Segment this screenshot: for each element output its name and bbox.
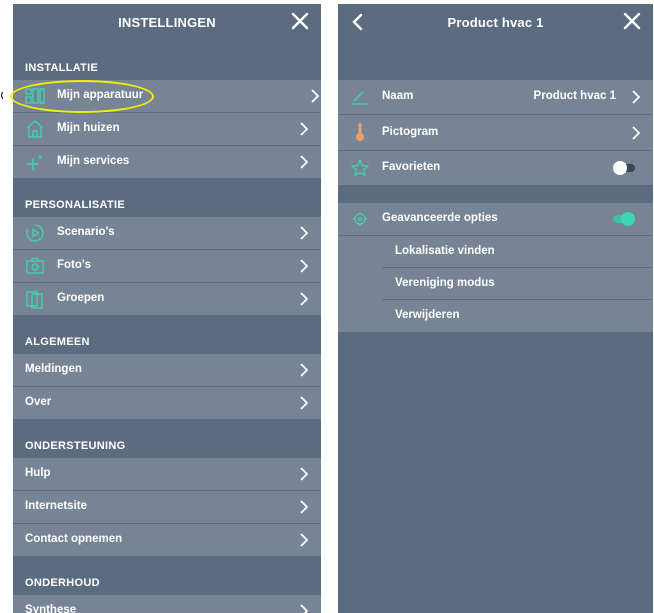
menu-item-hulp[interactable]: Hulp xyxy=(13,458,321,491)
submenu-lokalisatie-vinden[interactable]: Lokalisatie vinden xyxy=(338,236,653,268)
favorieten-toggle[interactable] xyxy=(613,161,635,175)
close-icon[interactable] xyxy=(621,10,643,32)
chevron-right-icon xyxy=(311,89,319,103)
menu-item-label: Synthese xyxy=(25,604,77,613)
section-installatie: INSTALLATIE xyxy=(25,62,99,74)
submenu-vereniging-modus[interactable]: Vereniging modus xyxy=(338,268,653,300)
chevron-right-icon xyxy=(300,259,308,273)
row-geavanceerde-opties: Geavanceerde opties xyxy=(338,203,653,236)
row-label: Favorieten xyxy=(382,161,441,173)
menu-item-label: Foto's xyxy=(57,259,92,271)
settings-panel: INSTELLINGEN INSTALLATIE Mijn apparatuur… xyxy=(13,4,321,613)
section-ondersteuning: ONDERSTEUNING xyxy=(25,440,126,452)
chevron-right-icon xyxy=(300,292,308,306)
chevron-right-icon xyxy=(300,500,308,514)
menu-item-label: Mijn services xyxy=(57,155,130,167)
chevron-right-icon xyxy=(300,396,308,410)
row-favorieten: Favorieten xyxy=(338,151,653,185)
menu-item-label: Groepen xyxy=(57,292,105,304)
section-algemeen: ALGEMEEN xyxy=(25,336,90,348)
star-icon xyxy=(350,158,370,177)
submenu-label: Vereniging modus xyxy=(395,277,495,289)
toggle-knob xyxy=(613,161,627,175)
section-onderhoud: ONDERHOUD xyxy=(25,577,100,589)
row-label: Naam xyxy=(382,90,414,102)
geavanceerde-opties-toggle[interactable] xyxy=(613,212,635,226)
row-label: Pictogram xyxy=(382,126,439,138)
menu-item-label: Scenario's xyxy=(57,226,115,238)
submenu-verwijderen[interactable]: Verwijderen xyxy=(338,300,653,332)
menu-item-mijn-services[interactable]: Mijn services xyxy=(13,146,321,179)
row-pictogram[interactable]: Pictogram xyxy=(338,115,653,151)
menu-item-synthese[interactable]: Synthese xyxy=(13,595,321,613)
menu-item-mijn-huizen[interactable]: Mijn huizen xyxy=(13,113,321,146)
menu-item-groepen[interactable]: Groepen xyxy=(13,283,321,316)
menu-item-label: Mijn apparatuur xyxy=(57,89,144,101)
menu-item-label: Contact opnemen xyxy=(25,533,123,545)
menu-item-label: Hulp xyxy=(25,467,51,479)
chevron-right-icon xyxy=(632,90,640,104)
device-detail-panel: Product hvac 1 Naam Product hvac 1 Picto… xyxy=(338,4,653,613)
group-icon xyxy=(26,291,43,309)
menu-item-over[interactable]: Over xyxy=(13,387,321,420)
chevron-right-icon xyxy=(300,533,308,547)
menu-item-internetsite[interactable]: Internetsite xyxy=(13,491,321,524)
menu-item-mijn-apparatuur[interactable]: Mijn apparatuur xyxy=(13,80,321,113)
gear-icon xyxy=(353,212,367,226)
play-circle-icon xyxy=(26,224,44,242)
menu-item-scenarios[interactable]: Scenario's xyxy=(13,217,321,250)
chevron-right-icon xyxy=(632,126,640,140)
row-label: Geavanceerde opties xyxy=(382,212,498,224)
thermometer-icon xyxy=(356,123,364,141)
device-header: Product hvac 1 xyxy=(338,4,653,42)
menu-item-label: Over xyxy=(25,396,52,408)
menu-item-label: Mijn huizen xyxy=(57,122,120,134)
cropped-text-mark xyxy=(1,91,3,100)
submenu-label: Verwijderen xyxy=(395,309,460,321)
submenu-label: Lokalisatie vinden xyxy=(395,245,495,257)
page-title: INSTELLINGEN xyxy=(118,15,216,30)
menu-item-label: Internetsite xyxy=(25,500,87,512)
chevron-right-icon xyxy=(300,122,308,136)
chevron-right-icon xyxy=(300,363,308,377)
settings-header: INSTELLINGEN xyxy=(13,4,321,42)
toggle-knob xyxy=(621,212,635,226)
row-naam[interactable]: Naam Product hvac 1 xyxy=(338,80,653,115)
chevron-right-icon xyxy=(300,155,308,169)
plus-sparkle-icon xyxy=(27,155,42,170)
device-name-value: Product hvac 1 xyxy=(533,90,616,102)
house-icon xyxy=(26,120,44,138)
chevron-right-icon xyxy=(300,604,308,613)
devices-grid-icon xyxy=(25,88,45,104)
menu-item-meldingen[interactable]: Meldingen xyxy=(13,354,321,387)
close-icon[interactable] xyxy=(289,10,311,32)
menu-item-contact-opnemen[interactable]: Contact opnemen xyxy=(13,524,321,557)
camera-icon xyxy=(26,257,44,274)
menu-item-label: Meldingen xyxy=(25,363,82,375)
chevron-right-icon xyxy=(300,226,308,240)
menu-item-fotos[interactable]: Foto's xyxy=(13,250,321,283)
pencil-icon xyxy=(352,91,368,105)
chevron-right-icon xyxy=(300,467,308,481)
page-title: Product hvac 1 xyxy=(447,15,544,30)
section-personalisatie: PERSONALISATIE xyxy=(25,199,125,211)
